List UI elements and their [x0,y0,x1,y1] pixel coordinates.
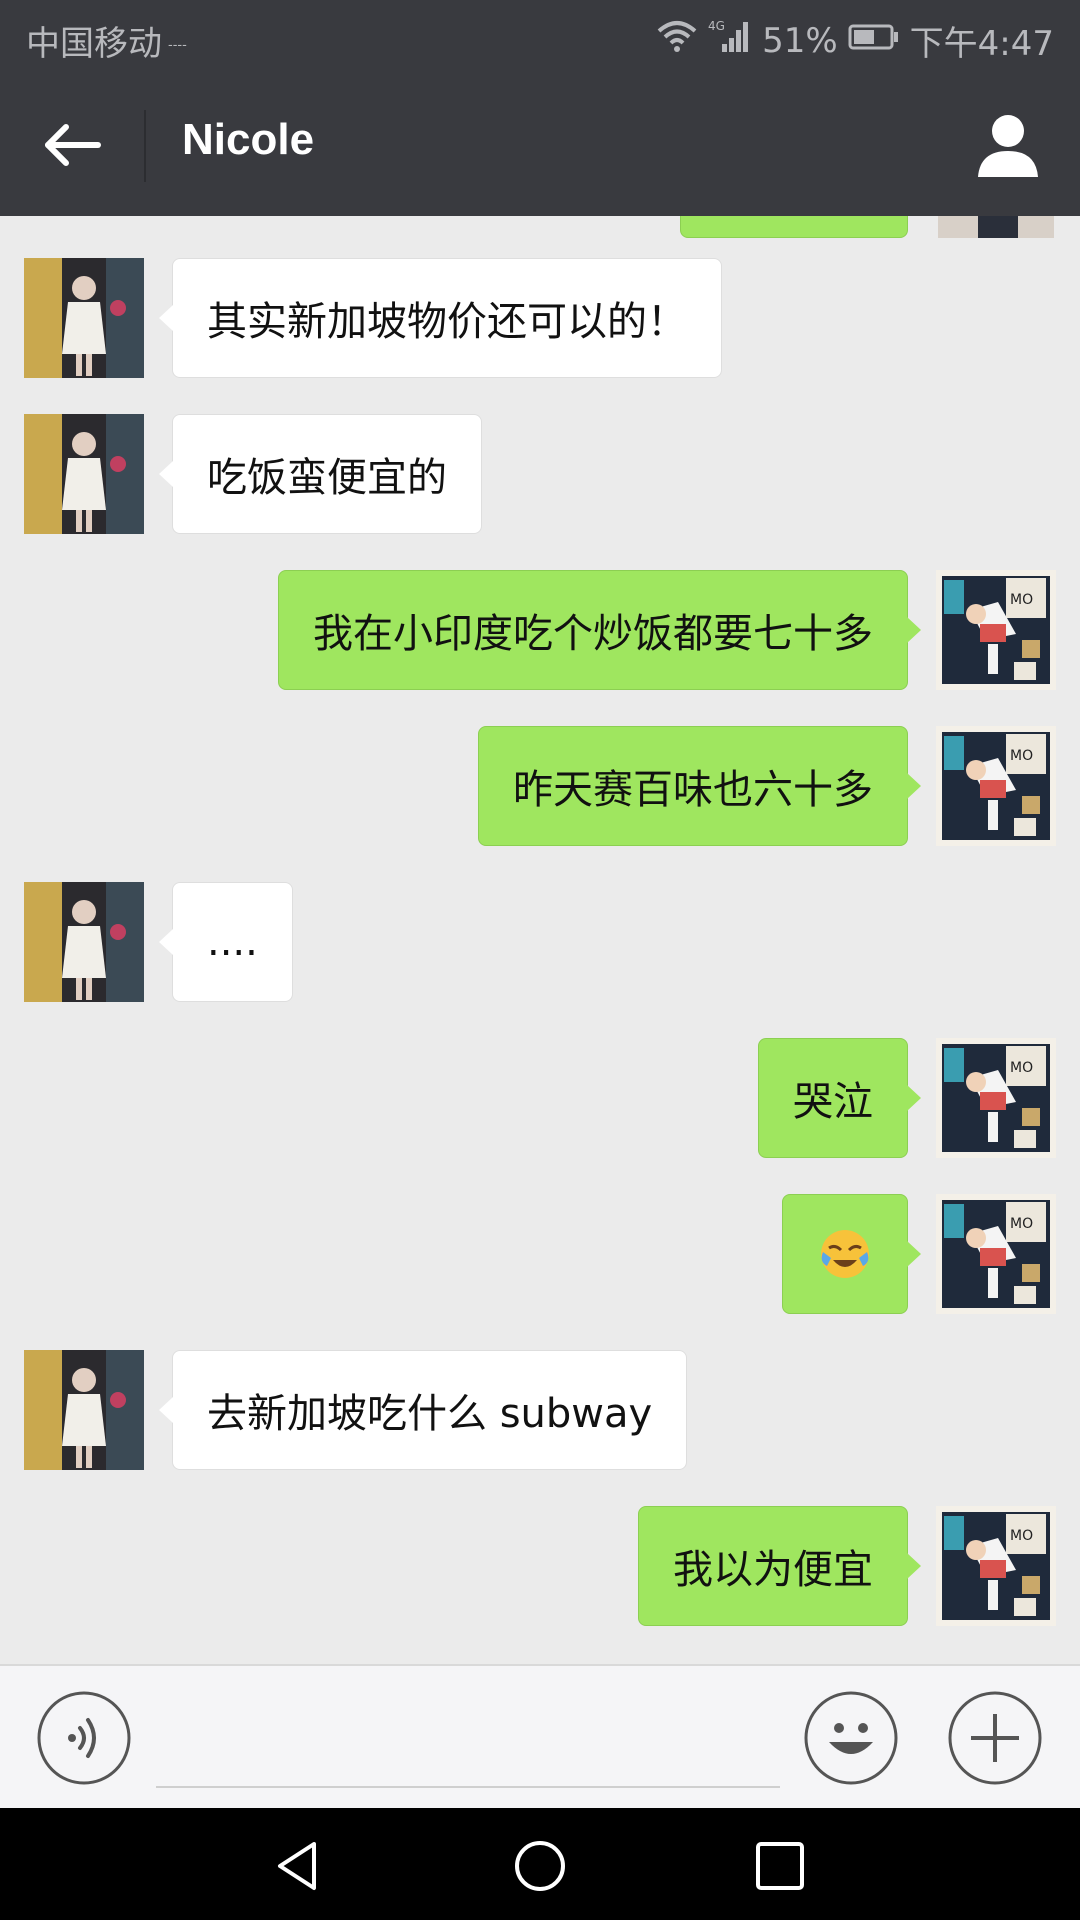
message-text: 吃饭蛮便宜的 [207,455,447,501]
my-avatar[interactable]: MO [936,1038,1056,1158]
battery-icon [848,21,900,61]
arrow-left-icon [45,124,101,166]
message-list[interactable]: 其实新加坡物价还可以的！ 吃饭蛮便宜的 MO 我在小印度吃个炒饭都要七十多 MO 昨天赛百… [0,216,1080,1664]
svg-text:MO: MO [1010,1060,1033,1076]
input-bar [0,1664,1080,1808]
plus-icon [948,1691,1042,1785]
profile-button[interactable] [968,105,1048,185]
my-avatar[interactable]: MO [936,1506,1056,1626]
header-divider [144,110,146,182]
status-bar: 中国移动 ---- 4G 51% 下午4:47 [0,0,1080,75]
chat-header: Nicole [0,75,1080,216]
signal-icon: 4G [708,18,752,63]
voice-icon [37,1691,131,1785]
voice-button[interactable] [36,1690,132,1786]
message-bubble[interactable]: 哭泣 [758,1038,921,1158]
emoji-button[interactable] [803,1690,899,1786]
message-input[interactable] [156,1686,780,1788]
square-recent-icon [756,1842,804,1890]
contact-avatar[interactable] [24,1350,144,1470]
message-bubble[interactable]: 其实新加坡物价还可以的！ [159,258,722,378]
contact-avatar[interactable] [24,414,144,534]
crying-laughing-emoji-icon [817,1226,873,1282]
message-text: 我在小印度吃个炒饭都要七十多 [313,611,873,657]
circle-home-icon [515,1841,565,1891]
contact-avatar[interactable] [24,258,144,378]
back-button[interactable] [30,105,120,185]
my-avatar[interactable]: MO [936,570,1056,690]
partial-message-bubble [680,216,908,238]
svg-text:MO: MO [1010,748,1033,764]
carrier-extra: ---- [168,38,187,53]
contact-avatar[interactable] [24,882,144,1002]
nav-back-button[interactable] [270,1838,326,1894]
triangle-back-icon [278,1842,316,1890]
network-type: 4G [708,19,725,33]
clock-time: 下午4:47 [909,24,1054,64]
message-bubble[interactable]: 去新加坡吃什么 subway [158,1350,688,1470]
message-text: 去新加坡吃什么 subway [207,1391,653,1437]
wifi-icon [656,19,698,62]
message-bubble[interactable]: 昨天赛百味也六十多 [478,726,921,846]
message-bubble[interactable]: .... [159,882,293,1002]
smiley-icon [804,1691,898,1785]
page-title: Nicole [182,115,315,164]
battery-percent: 51% [762,20,838,61]
message-text: 哭泣 [793,1079,873,1125]
message-text: 其实新加坡物价还可以的！ [207,299,687,345]
partial-avatar [938,216,1054,238]
message-bubble[interactable]: 吃饭蛮便宜的 [159,414,482,534]
message-text: .... [207,919,258,965]
message-text: 昨天赛百味也六十多 [513,767,873,813]
nav-home-button[interactable] [512,1838,568,1894]
message-bubble[interactable] [782,1194,921,1314]
carrier-name: 中国移动 [26,24,162,64]
message-text: 我以为便宜 [673,1547,873,1593]
svg-text:MO: MO [1010,1528,1033,1544]
my-avatar[interactable]: MO [936,1194,1056,1314]
more-button[interactable] [947,1690,1043,1786]
message-bubble[interactable]: 我以为便宜 [638,1506,921,1626]
nav-recent-button[interactable] [752,1838,808,1894]
message-bubble[interactable]: 我在小印度吃个炒饭都要七十多 [278,570,921,690]
status-indicators: 4G 51% 下午4:47 [656,16,1054,65]
svg-text:MO: MO [1010,592,1033,608]
system-nav-bar [0,1808,1080,1920]
svg-text:MO: MO [1010,1216,1033,1232]
my-avatar[interactable]: MO [936,726,1056,846]
person-icon [978,115,1038,177]
carrier-label: 中国移动 ---- [26,16,187,65]
